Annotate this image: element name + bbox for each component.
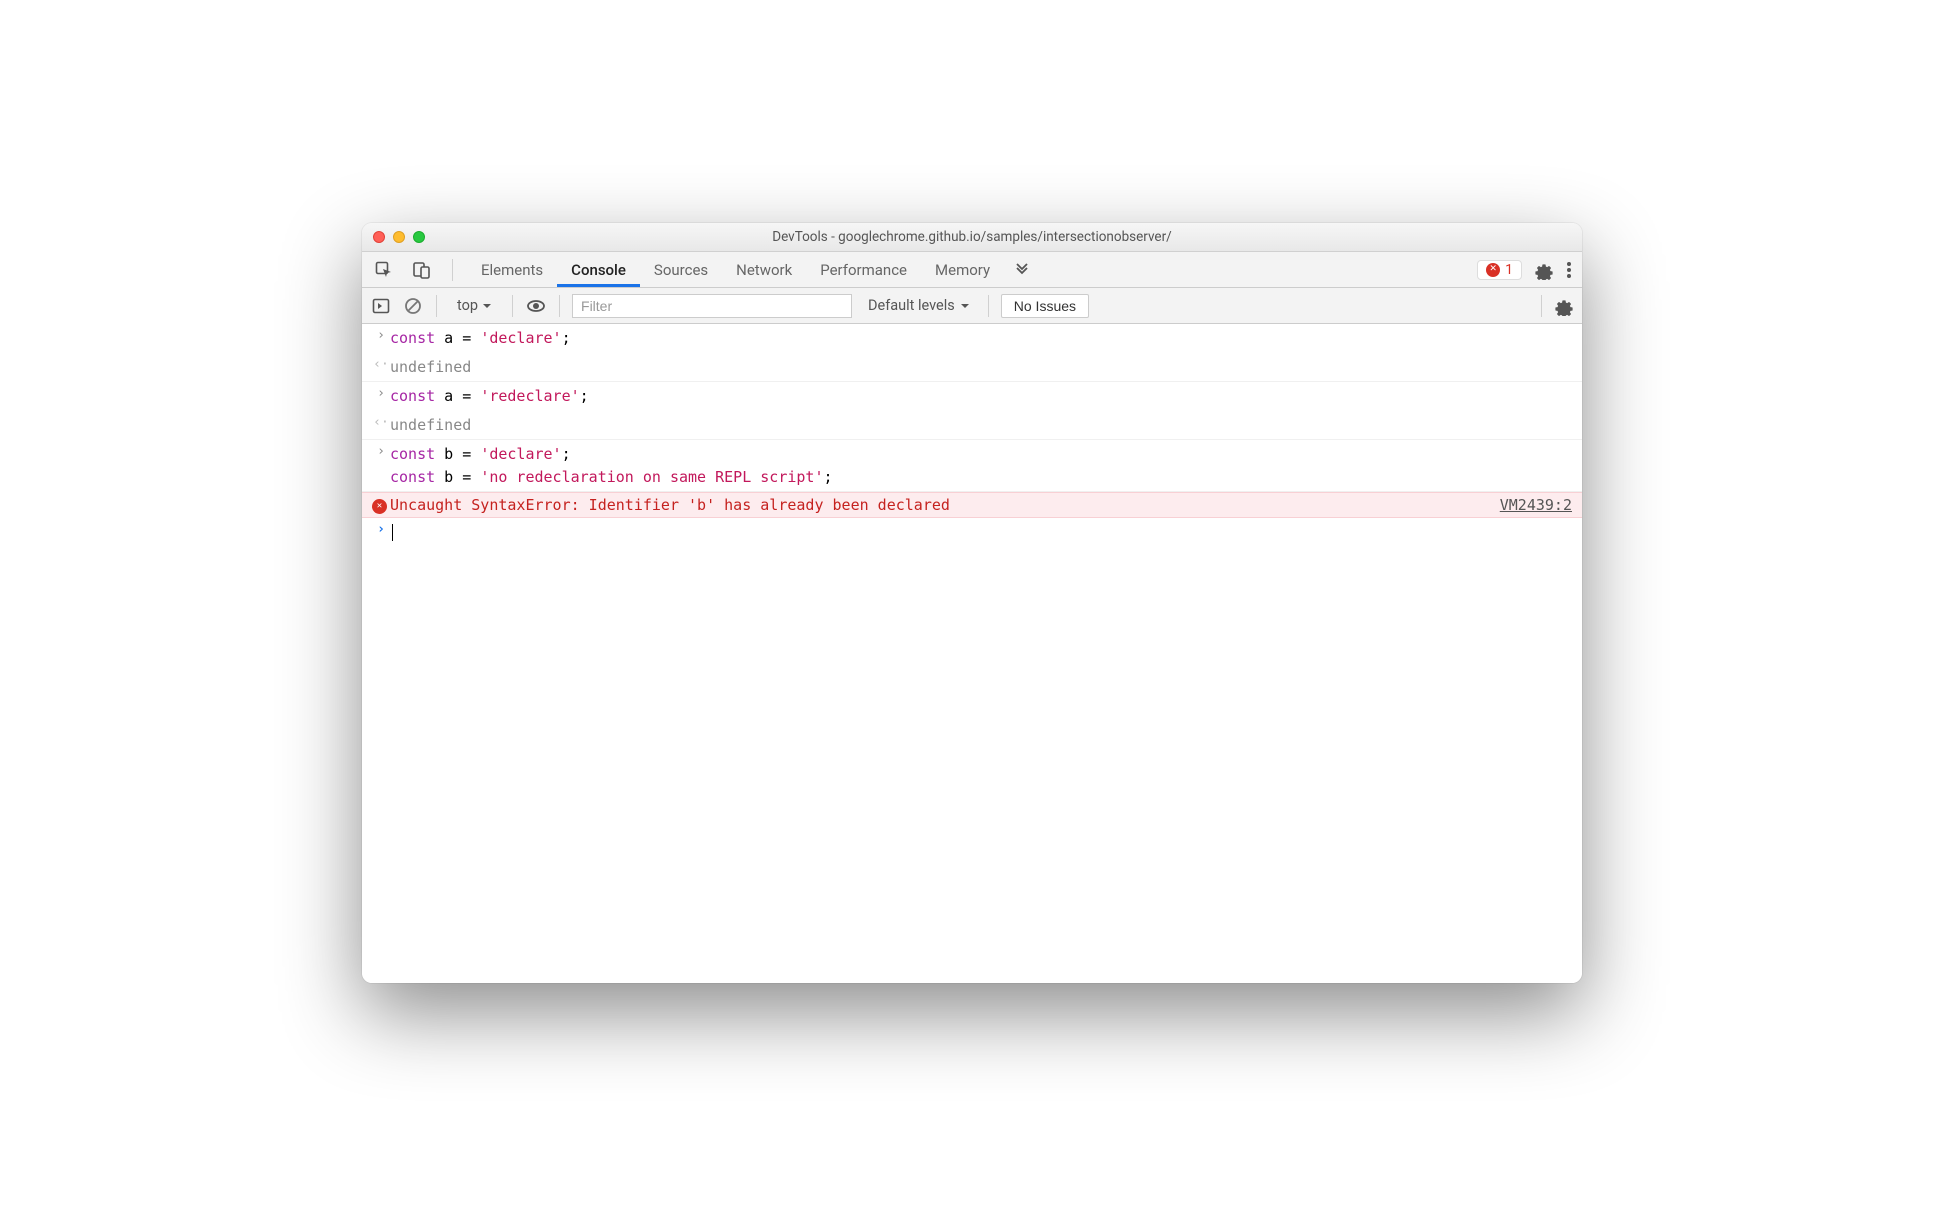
- tab-performance[interactable]: Performance: [806, 252, 921, 287]
- console-code: const b = 'declare'; const b = 'no redec…: [390, 443, 1572, 488]
- console-toolbar: top Default levels No Issues: [362, 288, 1582, 324]
- no-issues-button[interactable]: No Issues: [1001, 294, 1089, 318]
- log-levels-selector[interactable]: Default levels: [862, 297, 976, 314]
- error-icon: [1486, 263, 1500, 277]
- input-marker-icon: ›: [372, 328, 390, 343]
- close-window-button[interactable]: [373, 231, 385, 243]
- input-marker-icon: ›: [372, 386, 390, 401]
- tab-memory[interactable]: Memory: [921, 252, 1004, 287]
- more-tabs-icon[interactable]: [1004, 262, 1040, 278]
- console-sidebar-toggle-icon[interactable]: [370, 295, 392, 317]
- error-count-pill[interactable]: 1: [1477, 260, 1522, 280]
- console-prompt[interactable]: [390, 521, 1572, 544]
- console-settings-icon[interactable]: [1554, 296, 1574, 316]
- error-source-link[interactable]: VM2439:2: [1500, 496, 1572, 514]
- console-result: undefined: [390, 414, 1572, 437]
- device-toggle-icon[interactable]: [410, 258, 434, 282]
- traffic-lights: [373, 231, 425, 243]
- tab-network[interactable]: Network: [722, 252, 806, 287]
- devtools-tabstrip: Elements Console Sources Network Perform…: [362, 252, 1582, 288]
- chevron-down-icon: [960, 301, 970, 311]
- titlebar: DevTools - googlechrome.github.io/sample…: [362, 223, 1582, 252]
- error-count: 1: [1505, 262, 1513, 278]
- clear-console-icon[interactable]: [402, 295, 424, 317]
- console-input-row: › const a = 'declare';: [362, 324, 1582, 353]
- chevron-down-icon: [482, 301, 492, 311]
- minimize-window-button[interactable]: [393, 231, 405, 243]
- console-input-row: › const a = 'redeclare';: [362, 382, 1582, 411]
- input-marker-icon: ›: [372, 444, 390, 459]
- text-cursor: [392, 524, 393, 541]
- divider: [988, 295, 989, 317]
- filter-input[interactable]: [572, 294, 852, 318]
- context-selector[interactable]: top: [449, 297, 500, 314]
- live-expression-icon[interactable]: [525, 295, 547, 317]
- window-title: DevTools - googlechrome.github.io/sample…: [362, 229, 1582, 245]
- settings-icon[interactable]: [1534, 260, 1554, 280]
- tab-console[interactable]: Console: [557, 252, 640, 287]
- inspect-element-icon[interactable]: [372, 258, 396, 282]
- devtools-window: DevTools - googlechrome.github.io/sample…: [362, 223, 1582, 983]
- zoom-window-button[interactable]: [413, 231, 425, 243]
- console-input-row: › const b = 'declare'; const b = 'no red…: [362, 440, 1582, 492]
- console-output-row: ‹· undefined: [362, 411, 1582, 441]
- tab-elements[interactable]: Elements: [467, 252, 557, 287]
- divider: [559, 295, 560, 317]
- divider: [1541, 295, 1542, 317]
- divider: [512, 295, 513, 317]
- console-error-row: Uncaught SyntaxError: Identifier 'b' has…: [362, 492, 1582, 518]
- error-icon: [372, 499, 387, 514]
- output-marker-icon: ‹·: [372, 415, 390, 430]
- divider: [452, 259, 453, 281]
- console-code: const a = 'redeclare';: [390, 385, 1572, 408]
- context-label: top: [457, 297, 478, 314]
- levels-label: Default levels: [868, 297, 955, 314]
- console-output[interactable]: › const a = 'declare'; ‹· undefined › co…: [362, 324, 1582, 983]
- output-marker-icon: ‹·: [372, 357, 390, 372]
- error-message: Uncaught SyntaxError: Identifier 'b' has…: [390, 496, 1500, 514]
- kebab-menu-icon[interactable]: [1566, 260, 1572, 280]
- console-prompt-row[interactable]: ›: [362, 518, 1582, 547]
- tabstrip-right: 1: [1477, 252, 1582, 287]
- prompt-marker-icon: ›: [372, 522, 390, 537]
- divider: [436, 295, 437, 317]
- tabstrip-left: [362, 252, 467, 287]
- console-output-row: ‹· undefined: [362, 353, 1582, 383]
- console-code: const a = 'declare';: [390, 327, 1572, 350]
- console-result: undefined: [390, 356, 1572, 379]
- tab-sources[interactable]: Sources: [640, 252, 722, 287]
